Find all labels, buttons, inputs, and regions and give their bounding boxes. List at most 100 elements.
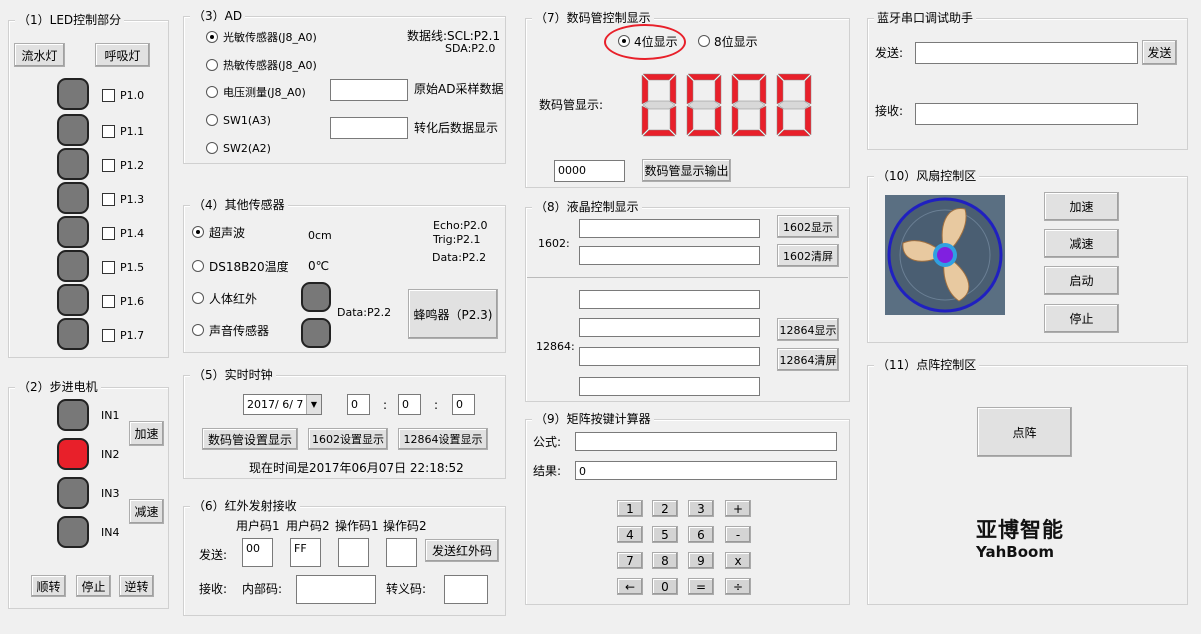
fan-decel-button[interactable]: 减速 — [1044, 229, 1119, 258]
lcd1602-line2-field[interactable] — [579, 246, 760, 265]
stepper-stop-button[interactable]: 停止 — [76, 575, 111, 597]
lcd1602-line1-field[interactable] — [579, 219, 760, 238]
ir-inner-field[interactable] — [296, 575, 376, 604]
stepper-ccw-button[interactable]: 逆转 — [119, 575, 154, 597]
sensor-option-label[interactable]: DS18B20温度 — [209, 260, 289, 274]
ir-op1-field[interactable] — [338, 538, 369, 567]
bt-recv-field[interactable] — [915, 103, 1138, 125]
calc-key[interactable]: 7 — [617, 552, 643, 569]
result-field[interactable]: 0 — [575, 461, 837, 480]
led-indicator — [57, 250, 89, 282]
calc-key[interactable]: 1 — [617, 500, 643, 517]
lcd12864-line1-field[interactable] — [579, 290, 760, 309]
stepper-indicator — [57, 477, 89, 509]
ad-option-label[interactable]: 热敏传感器(J8_A0) — [223, 59, 317, 73]
seg-4digit-label[interactable]: 4位显示 — [634, 35, 678, 49]
formula-field[interactable] — [575, 432, 837, 451]
led-checkbox[interactable] — [102, 193, 115, 206]
chevron-down-icon[interactable]: ▼ — [306, 395, 321, 414]
fan-start-button[interactable]: 启动 — [1044, 266, 1119, 295]
seg-set-display-button[interactable]: 数码管设置显示 — [202, 428, 298, 450]
sensor-option-label[interactable]: 声音传感器 — [209, 324, 269, 338]
sensor-option-radio[interactable] — [192, 324, 204, 336]
lcd12864-set-display-button[interactable]: 12864设置显示 — [398, 428, 488, 450]
seg-4digit-radio[interactable] — [618, 35, 630, 47]
seg-8digit-radio[interactable] — [698, 35, 710, 47]
led-checkbox[interactable] — [102, 227, 115, 240]
hour-field[interactable]: 0 — [347, 394, 370, 415]
stepper-decel-button[interactable]: 减速 — [129, 499, 164, 524]
flow-light-button[interactable]: 流水灯 — [14, 43, 65, 67]
ir-user2-field[interactable]: FF — [290, 538, 321, 567]
stepper-input-label: IN1 — [101, 409, 120, 422]
calc-key[interactable]: 0 — [652, 578, 678, 595]
lcd12864-line3-field[interactable] — [579, 347, 760, 366]
ad-option-radio[interactable] — [206, 86, 218, 98]
ir-op2-field[interactable] — [386, 538, 417, 567]
ir-send-button[interactable]: 发送红外码 — [425, 539, 499, 562]
ad-option-label[interactable]: SW2(A2) — [223, 142, 271, 156]
second-field[interactable]: 0 — [452, 394, 475, 415]
seg-output-button[interactable]: 数码管显示输出 — [642, 159, 731, 182]
ad-option-radio[interactable] — [206, 142, 218, 154]
calc-key[interactable]: + — [725, 500, 751, 517]
calc-key[interactable]: 3 — [688, 500, 714, 517]
bt-send-field[interactable] — [915, 42, 1138, 64]
led-checkbox[interactable] — [102, 329, 115, 342]
data-pin-label: Data:P2.2 — [432, 251, 487, 264]
stepper-accel-button[interactable]: 加速 — [129, 421, 164, 446]
calc-key[interactable]: ← — [617, 578, 643, 595]
led-checkbox[interactable] — [102, 159, 115, 172]
calc-key[interactable]: - — [725, 526, 751, 543]
calc-key[interactable]: 6 — [688, 526, 714, 543]
breath-light-button[interactable]: 呼吸灯 — [95, 43, 150, 67]
calc-key[interactable]: 5 — [652, 526, 678, 543]
sensor-option-radio[interactable] — [192, 226, 204, 238]
ad-option-label[interactable]: SW1(A3) — [223, 114, 271, 128]
sensor-option-label[interactable]: 超声波 — [209, 226, 245, 240]
led-checkbox[interactable] — [102, 261, 115, 274]
seg-input-field[interactable]: 0000 — [554, 160, 625, 182]
result-label: 结果: — [533, 464, 562, 478]
seg-8digit-label[interactable]: 8位显示 — [714, 35, 758, 49]
ad-option-label[interactable]: 电压测量(J8_A0) — [223, 86, 306, 100]
stepper-cw-button[interactable]: 顺转 — [31, 575, 66, 597]
ir-escape-field[interactable] — [444, 575, 488, 604]
sensor-option-radio[interactable] — [192, 292, 204, 304]
lcd12864-clear-button[interactable]: 12864清屏 — [777, 348, 839, 371]
ad-raw-field[interactable] — [330, 79, 408, 101]
lcd12864-line4-field[interactable] — [579, 377, 760, 396]
calc-key[interactable]: 9 — [688, 552, 714, 569]
ad-option-radio[interactable] — [206, 31, 218, 43]
ad-option-radio[interactable] — [206, 114, 218, 126]
fan-accel-button[interactable]: 加速 — [1044, 192, 1119, 221]
buzzer-button[interactable]: 蜂鸣器（P2.3) — [408, 289, 498, 339]
led-checkbox[interactable] — [102, 295, 115, 308]
calc-key[interactable]: 8 — [652, 552, 678, 569]
lcd1602-set-display-button[interactable]: 1602设置显示 — [308, 428, 388, 450]
bt-send-button[interactable]: 发送 — [1142, 40, 1177, 65]
lcd1602-show-button[interactable]: 1602显示 — [777, 215, 839, 238]
ad-conv-field[interactable] — [330, 117, 408, 139]
dot-matrix-button[interactable]: 点阵 — [977, 407, 1072, 457]
seg-group-title: （7）数码管控制显示 — [532, 11, 654, 25]
led-checkbox[interactable] — [102, 125, 115, 138]
lcd12864-line2-field[interactable] — [579, 318, 760, 337]
led-indicator — [57, 284, 89, 316]
minute-field[interactable]: 0 — [398, 394, 421, 415]
sensor-option-radio[interactable] — [192, 260, 204, 272]
ad-option-radio[interactable] — [206, 59, 218, 71]
fan-stop-button[interactable]: 停止 — [1044, 304, 1119, 333]
ir-user1-field[interactable]: 00 — [242, 538, 273, 567]
calc-key[interactable]: 2 — [652, 500, 678, 517]
calc-key[interactable]: 4 — [617, 526, 643, 543]
ad-option-label[interactable]: 光敏传感器(J8_A0) — [223, 31, 317, 45]
date-picker[interactable]: 2017/ 6/ 7 ▼ — [243, 394, 322, 415]
calc-key[interactable]: = — [688, 578, 714, 595]
sensor-option-label[interactable]: 人体红外 — [209, 292, 257, 306]
lcd1602-clear-button[interactable]: 1602清屏 — [777, 244, 839, 267]
calc-key[interactable]: ÷ — [725, 578, 751, 595]
calc-key[interactable]: x — [725, 552, 751, 569]
lcd12864-show-button[interactable]: 12864显示 — [777, 318, 839, 341]
led-checkbox[interactable] — [102, 89, 115, 102]
